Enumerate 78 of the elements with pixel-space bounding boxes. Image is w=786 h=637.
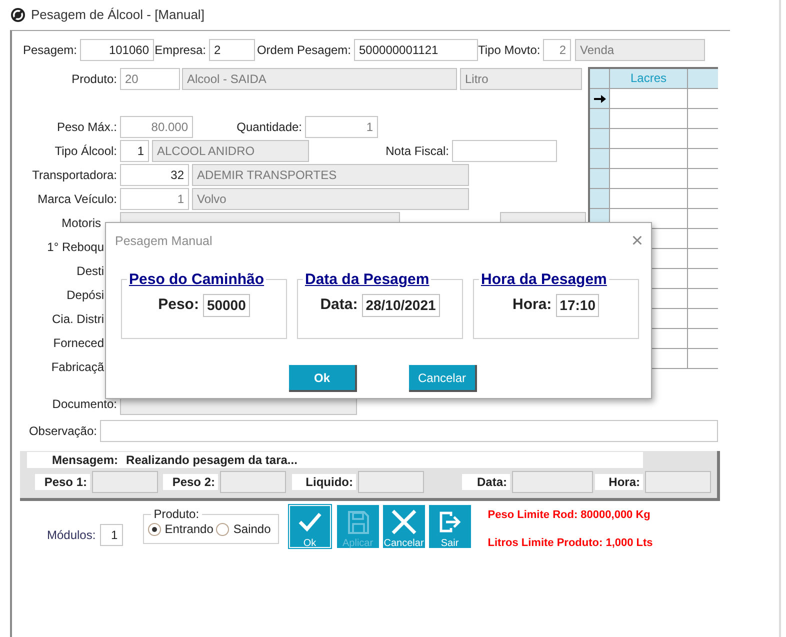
field-label: Peso:	[158, 295, 199, 316]
input-field[interactable]: 20	[120, 68, 180, 90]
field-label: Hora:	[595, 474, 643, 490]
readout-field	[220, 471, 286, 493]
input-field[interactable]: 1	[305, 116, 378, 138]
message-label: Mensagem:	[52, 452, 118, 469]
window-title: Pesagem de Álcool - [Manual]	[31, 6, 204, 24]
column-header[interactable]	[688, 69, 718, 89]
message-text: Realizando pesagem da tara...	[126, 452, 298, 469]
input-field[interactable]	[452, 140, 557, 162]
dialog-button[interactable]: Cancelar	[409, 365, 477, 392]
close-button[interactable]: ×	[631, 231, 643, 251]
group-title-link[interactable]: Data da Pesagem	[303, 272, 432, 287]
input-field[interactable]: Litro	[460, 68, 582, 90]
field-label: Tipo Álcool:	[54, 143, 118, 160]
field-label: Peso 2:	[163, 474, 218, 490]
field-label: Nota Fiscal:	[384, 143, 450, 160]
limit-text: Litros Limite Produto: 1,000 Lts	[488, 536, 653, 550]
input-field[interactable]: 1	[100, 524, 123, 546]
field-label: Desti	[76, 263, 104, 280]
input-field[interactable]: ADEMIR TRANSPORTES	[192, 164, 469, 186]
circle-logo-icon	[10, 7, 26, 23]
dialog-button[interactable]: Ok	[289, 365, 357, 392]
field-label: Peso Máx.:	[56, 119, 118, 136]
radio-button[interactable]: Saindo	[216, 520, 271, 538]
field-label: Data:	[320, 295, 358, 316]
field-label: Depósi	[66, 287, 104, 304]
limit-text: Peso Limite Rod: 80000,000 Kg	[488, 508, 652, 523]
field-label: Observação:	[28, 423, 98, 440]
input-field[interactable]: 2	[209, 39, 255, 61]
group-label: Produto:	[152, 508, 200, 520]
input-field[interactable]: 32	[120, 164, 189, 186]
group-title-link[interactable]: Hora da Pesagem	[479, 272, 609, 287]
input-field[interactable]: 80.000	[120, 116, 193, 138]
toolbar-button[interactable]: Ok	[288, 505, 331, 548]
field-label: Peso 1:	[35, 474, 90, 490]
column-header[interactable]: Lacres	[610, 69, 688, 89]
field-label: Módulos:	[47, 527, 96, 544]
field-label: Liquido:	[292, 474, 356, 490]
input-field[interactable]: 2	[543, 39, 571, 61]
input-field[interactable]: 1	[120, 188, 189, 210]
field-label: Fabricaçã	[50, 359, 104, 376]
field-label: Forneced	[52, 335, 104, 352]
arrow-icon	[594, 94, 606, 102]
toolbar-button[interactable]: Sair	[428, 505, 471, 548]
toolbar-button[interactable]: Cancelar	[382, 505, 425, 548]
field-label: Transportadora:	[31, 167, 118, 184]
radio-button[interactable]: Entrando	[148, 520, 214, 538]
input-field[interactable]	[100, 420, 718, 442]
row-header[interactable]	[590, 89, 610, 109]
field-label: Documento:	[51, 396, 118, 413]
readout-field	[358, 471, 424, 493]
field-label: Pesagem:	[22, 42, 78, 59]
field-label: Quantidade:	[236, 119, 303, 136]
field-label: Data:	[462, 474, 510, 490]
field-label: Marca Veículo:	[36, 191, 118, 208]
field-label: Produto:	[70, 71, 118, 88]
input-field[interactable]: Venda	[575, 39, 705, 61]
field-label: Ordem Pesagem:	[256, 42, 352, 59]
readout-field	[92, 471, 158, 493]
input-field[interactable]: Alcool - SAIDA	[182, 68, 457, 90]
field-label: Cia. Distri	[50, 311, 104, 328]
field-label: Hora:	[512, 295, 552, 316]
field-label: Motoris	[60, 215, 102, 232]
input-field[interactable]: ALCOOL ANIDRO	[152, 140, 309, 162]
dialog-title: Pesagem Manual	[115, 232, 212, 250]
field-label: 1° Reboqu	[46, 239, 104, 256]
field-label: Tipo Movto:	[478, 42, 542, 59]
input-field[interactable]: 500000001121	[354, 39, 478, 61]
input-field[interactable]: 101060	[80, 39, 154, 61]
input-field[interactable]: 1	[120, 140, 149, 162]
group-title-link[interactable]: Peso do Caminhão	[127, 272, 266, 287]
input-field[interactable]: 28/10/2021	[362, 294, 440, 317]
field-label: Empresa:	[154, 42, 207, 59]
input-field[interactable]: 17:10	[556, 294, 600, 317]
input-field[interactable]: Volvo	[192, 188, 469, 210]
readout-field	[645, 471, 711, 493]
input-field[interactable]: 50000	[202, 294, 250, 317]
